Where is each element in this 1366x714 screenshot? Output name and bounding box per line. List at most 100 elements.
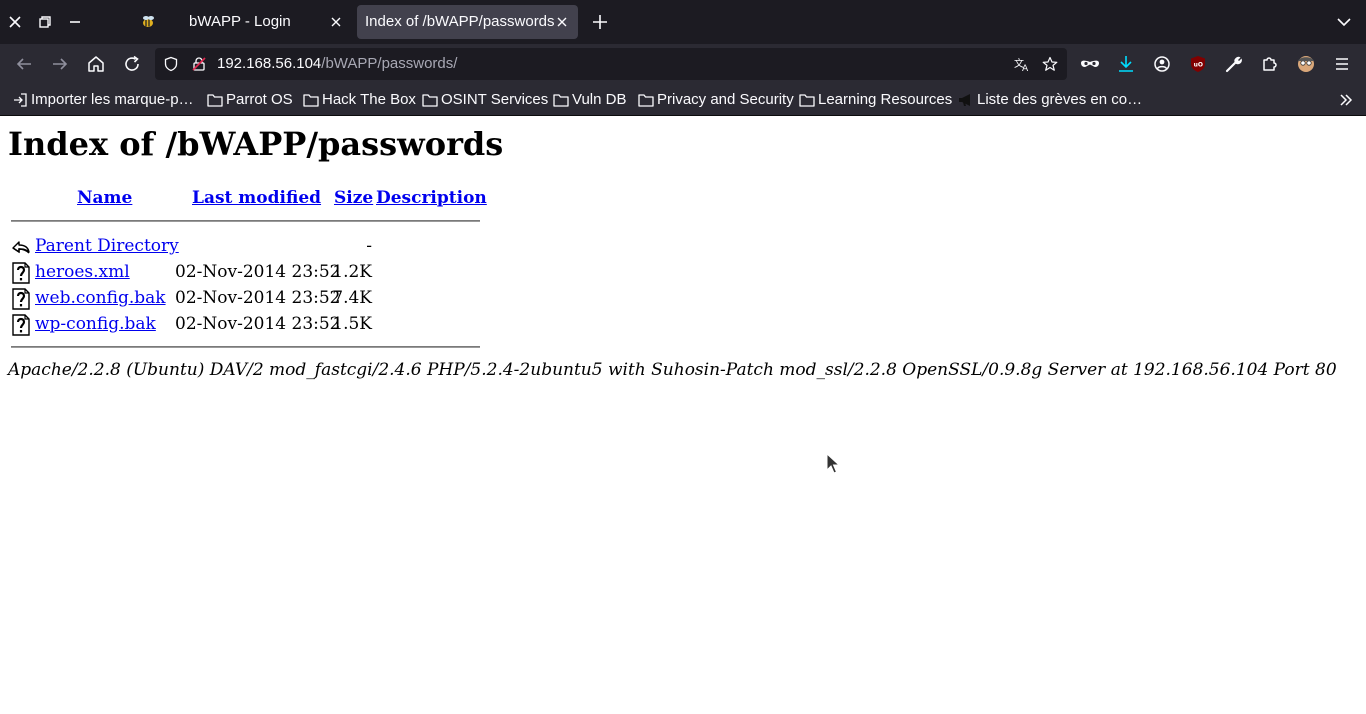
table-row: heroes.xml 02-Nov-2014 23:52 1.2K (0, 260, 500, 284)
bookmark-label: Importer les marque-p… (31, 91, 194, 108)
file-link-heroes-xml[interactable]: heroes.xml (35, 262, 130, 282)
back-icon (12, 241, 30, 254)
account-icon (1154, 56, 1170, 72)
profile-avatar-button[interactable] (1294, 52, 1318, 76)
tab-title: bWAPP - Login (189, 13, 291, 30)
size-value: 1.2K (332, 262, 372, 282)
puzzle-icon (1263, 57, 1277, 71)
url-text[interactable]: 192.168.56.104/bWAPP/passwords/ (217, 48, 457, 80)
size-value: - (366, 236, 372, 256)
svg-text:uO: uO (1194, 62, 1203, 69)
avatar-icon (1298, 56, 1314, 72)
bookmark-label: Vuln DB (572, 91, 627, 108)
unknown-file-icon (12, 262, 30, 284)
app-menu-button[interactable] (1330, 52, 1354, 76)
double-chevron-right-icon (1340, 94, 1353, 106)
downloads-button[interactable] (1114, 52, 1138, 76)
back-button[interactable] (12, 52, 36, 76)
last-modified-value: 02-Nov-2014 23:52 (175, 288, 341, 308)
list-all-tabs-button[interactable] (1334, 12, 1354, 32)
url-path: /bWAPP/passwords/ (321, 55, 458, 72)
shield-icon[interactable] (163, 56, 179, 72)
translate-icon[interactable]: 文A (1014, 56, 1030, 72)
page-content: Index of /bWAPP/passwords Name Last modi… (0, 116, 1366, 714)
tab-title: Index of /bWAPP/passwords (365, 13, 555, 30)
tab-bar: bWAPP - Login Index of /bWAPP/passwords (0, 0, 1366, 44)
mask-icon (1081, 60, 1099, 67)
last-modified-value: 02-Nov-2014 23:52 (175, 262, 341, 282)
close-tab-button[interactable] (552, 12, 572, 32)
home-icon (88, 56, 104, 72)
bookmark-label: OSINT Services (441, 91, 549, 108)
folder-icon (638, 94, 654, 107)
bookmark-label: Learning Resources (818, 91, 953, 108)
close-tab-button[interactable] (326, 12, 346, 32)
tab-index-passwords[interactable]: Index of /bWAPP/passwords (357, 5, 578, 39)
divider (11, 346, 480, 348)
bookmark-label: Hack The Box (322, 91, 416, 108)
folder-icon (303, 94, 319, 107)
devtools-button[interactable] (1222, 52, 1246, 76)
navigation-toolbar: 192.168.56.104/bWAPP/passwords/ 文A uO (0, 44, 1366, 84)
new-tab-button[interactable] (588, 9, 612, 35)
sort-by-name-link[interactable]: Name (77, 188, 132, 208)
folder-icon (422, 94, 438, 107)
table-row: Parent Directory - (0, 234, 500, 258)
unknown-file-icon (12, 288, 30, 310)
sort-by-size-link[interactable]: Size (334, 188, 373, 208)
folder-icon (799, 94, 815, 107)
mouse-cursor-icon (826, 453, 840, 474)
import-icon (14, 93, 27, 107)
folder-icon (207, 94, 223, 107)
file-link-web-config-bak[interactable]: web.config.bak (35, 288, 166, 308)
download-icon (1119, 56, 1133, 72)
page-title: Index of /bWAPP/passwords (8, 125, 504, 163)
hamburger-menu-icon (1336, 58, 1348, 70)
arrow-left-icon (16, 58, 31, 70)
close-window-button[interactable] (2, 9, 28, 35)
table-row: wp-config.bak 02-Nov-2014 23:52 1.5K (0, 312, 500, 336)
forward-button[interactable] (48, 52, 72, 76)
bookmark-label: Parrot OS (226, 91, 293, 108)
parent-directory-link[interactable]: Parent Directory (35, 236, 179, 256)
sort-by-last-modified-link[interactable]: Last modified (192, 188, 321, 208)
bookmarks-toolbar: Importer les marque-p… Parrot OS Hack Th… (0, 84, 1366, 116)
bookmark-label: Liste des grèves en co… (977, 91, 1143, 108)
address-bar[interactable]: 192.168.56.104/bWAPP/passwords/ 文A (155, 48, 1067, 80)
server-signature: Apache/2.2.8 (Ubuntu) DAV/2 mod_fastcgi/… (8, 360, 1337, 380)
reload-icon (125, 55, 139, 71)
arrow-right-icon (53, 58, 68, 70)
close-icon (557, 17, 567, 27)
close-icon (331, 17, 341, 27)
bookmark-label: Privacy and Security (657, 91, 794, 108)
unknown-file-icon (12, 314, 30, 336)
bookmark-star-icon[interactable] (1042, 56, 1058, 72)
megaphone-icon (959, 94, 970, 106)
folder-icon (553, 94, 569, 107)
chevron-down-icon (1337, 18, 1351, 27)
divider (11, 220, 480, 222)
bee-favicon-icon (143, 16, 154, 27)
account-button[interactable] (1150, 52, 1174, 76)
wrench-icon (1225, 56, 1242, 73)
reload-button[interactable] (120, 52, 144, 76)
ublock-origin-icon: uO (1191, 56, 1205, 72)
home-button[interactable] (84, 52, 108, 76)
extensions-button[interactable] (1258, 52, 1282, 76)
minimize-window-button[interactable] (62, 9, 88, 35)
close-icon (9, 16, 21, 28)
ublock-extension-button[interactable]: uO (1186, 52, 1210, 76)
more-bookmarks-button[interactable] (1336, 90, 1356, 110)
sort-by-description-link[interactable]: Description (376, 188, 487, 208)
minimize-icon (70, 21, 80, 23)
last-modified-value: 02-Nov-2014 23:52 (175, 314, 341, 334)
tab-bwapp-login[interactable]: bWAPP - Login (132, 5, 352, 39)
restore-window-button[interactable] (32, 9, 58, 35)
insecure-lock-icon[interactable] (191, 56, 207, 72)
size-value: 1.5K (332, 314, 372, 334)
plus-icon (593, 15, 607, 29)
table-row: web.config.bak 02-Nov-2014 23:52 7.4K (0, 286, 500, 310)
file-link-wp-config-bak[interactable]: wp-config.bak (35, 314, 156, 334)
private-mask-button[interactable] (1078, 52, 1102, 76)
size-value: 7.4K (332, 288, 372, 308)
